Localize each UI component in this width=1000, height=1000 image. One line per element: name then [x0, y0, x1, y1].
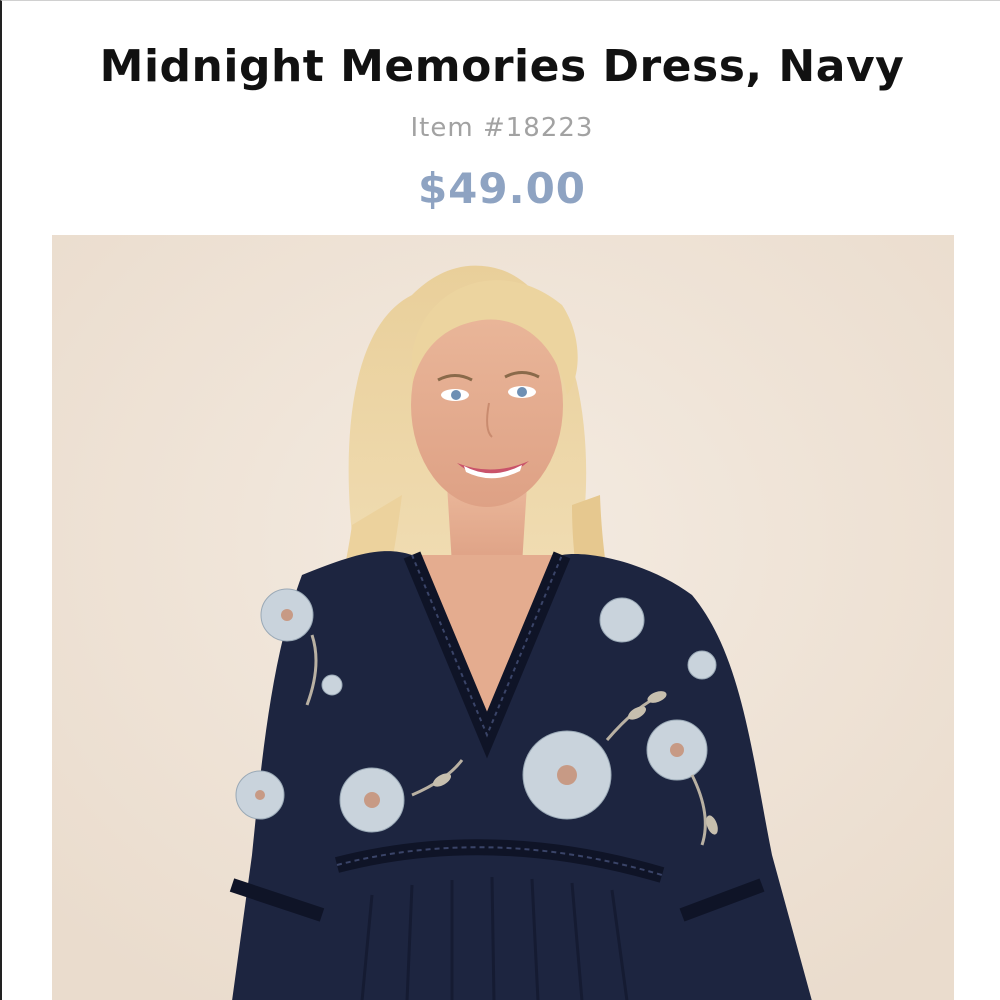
product-photo[interactable]: [52, 235, 954, 1000]
model-illustration: [52, 235, 954, 1000]
item-number: Item #18223: [410, 113, 594, 143]
product-price: $49.00: [417, 164, 587, 213]
product-page: Midnight Memories Dress, Navy Item #1822…: [0, 0, 1000, 1000]
product-title: Midnight Memories Dress, Navy: [99, 41, 905, 92]
